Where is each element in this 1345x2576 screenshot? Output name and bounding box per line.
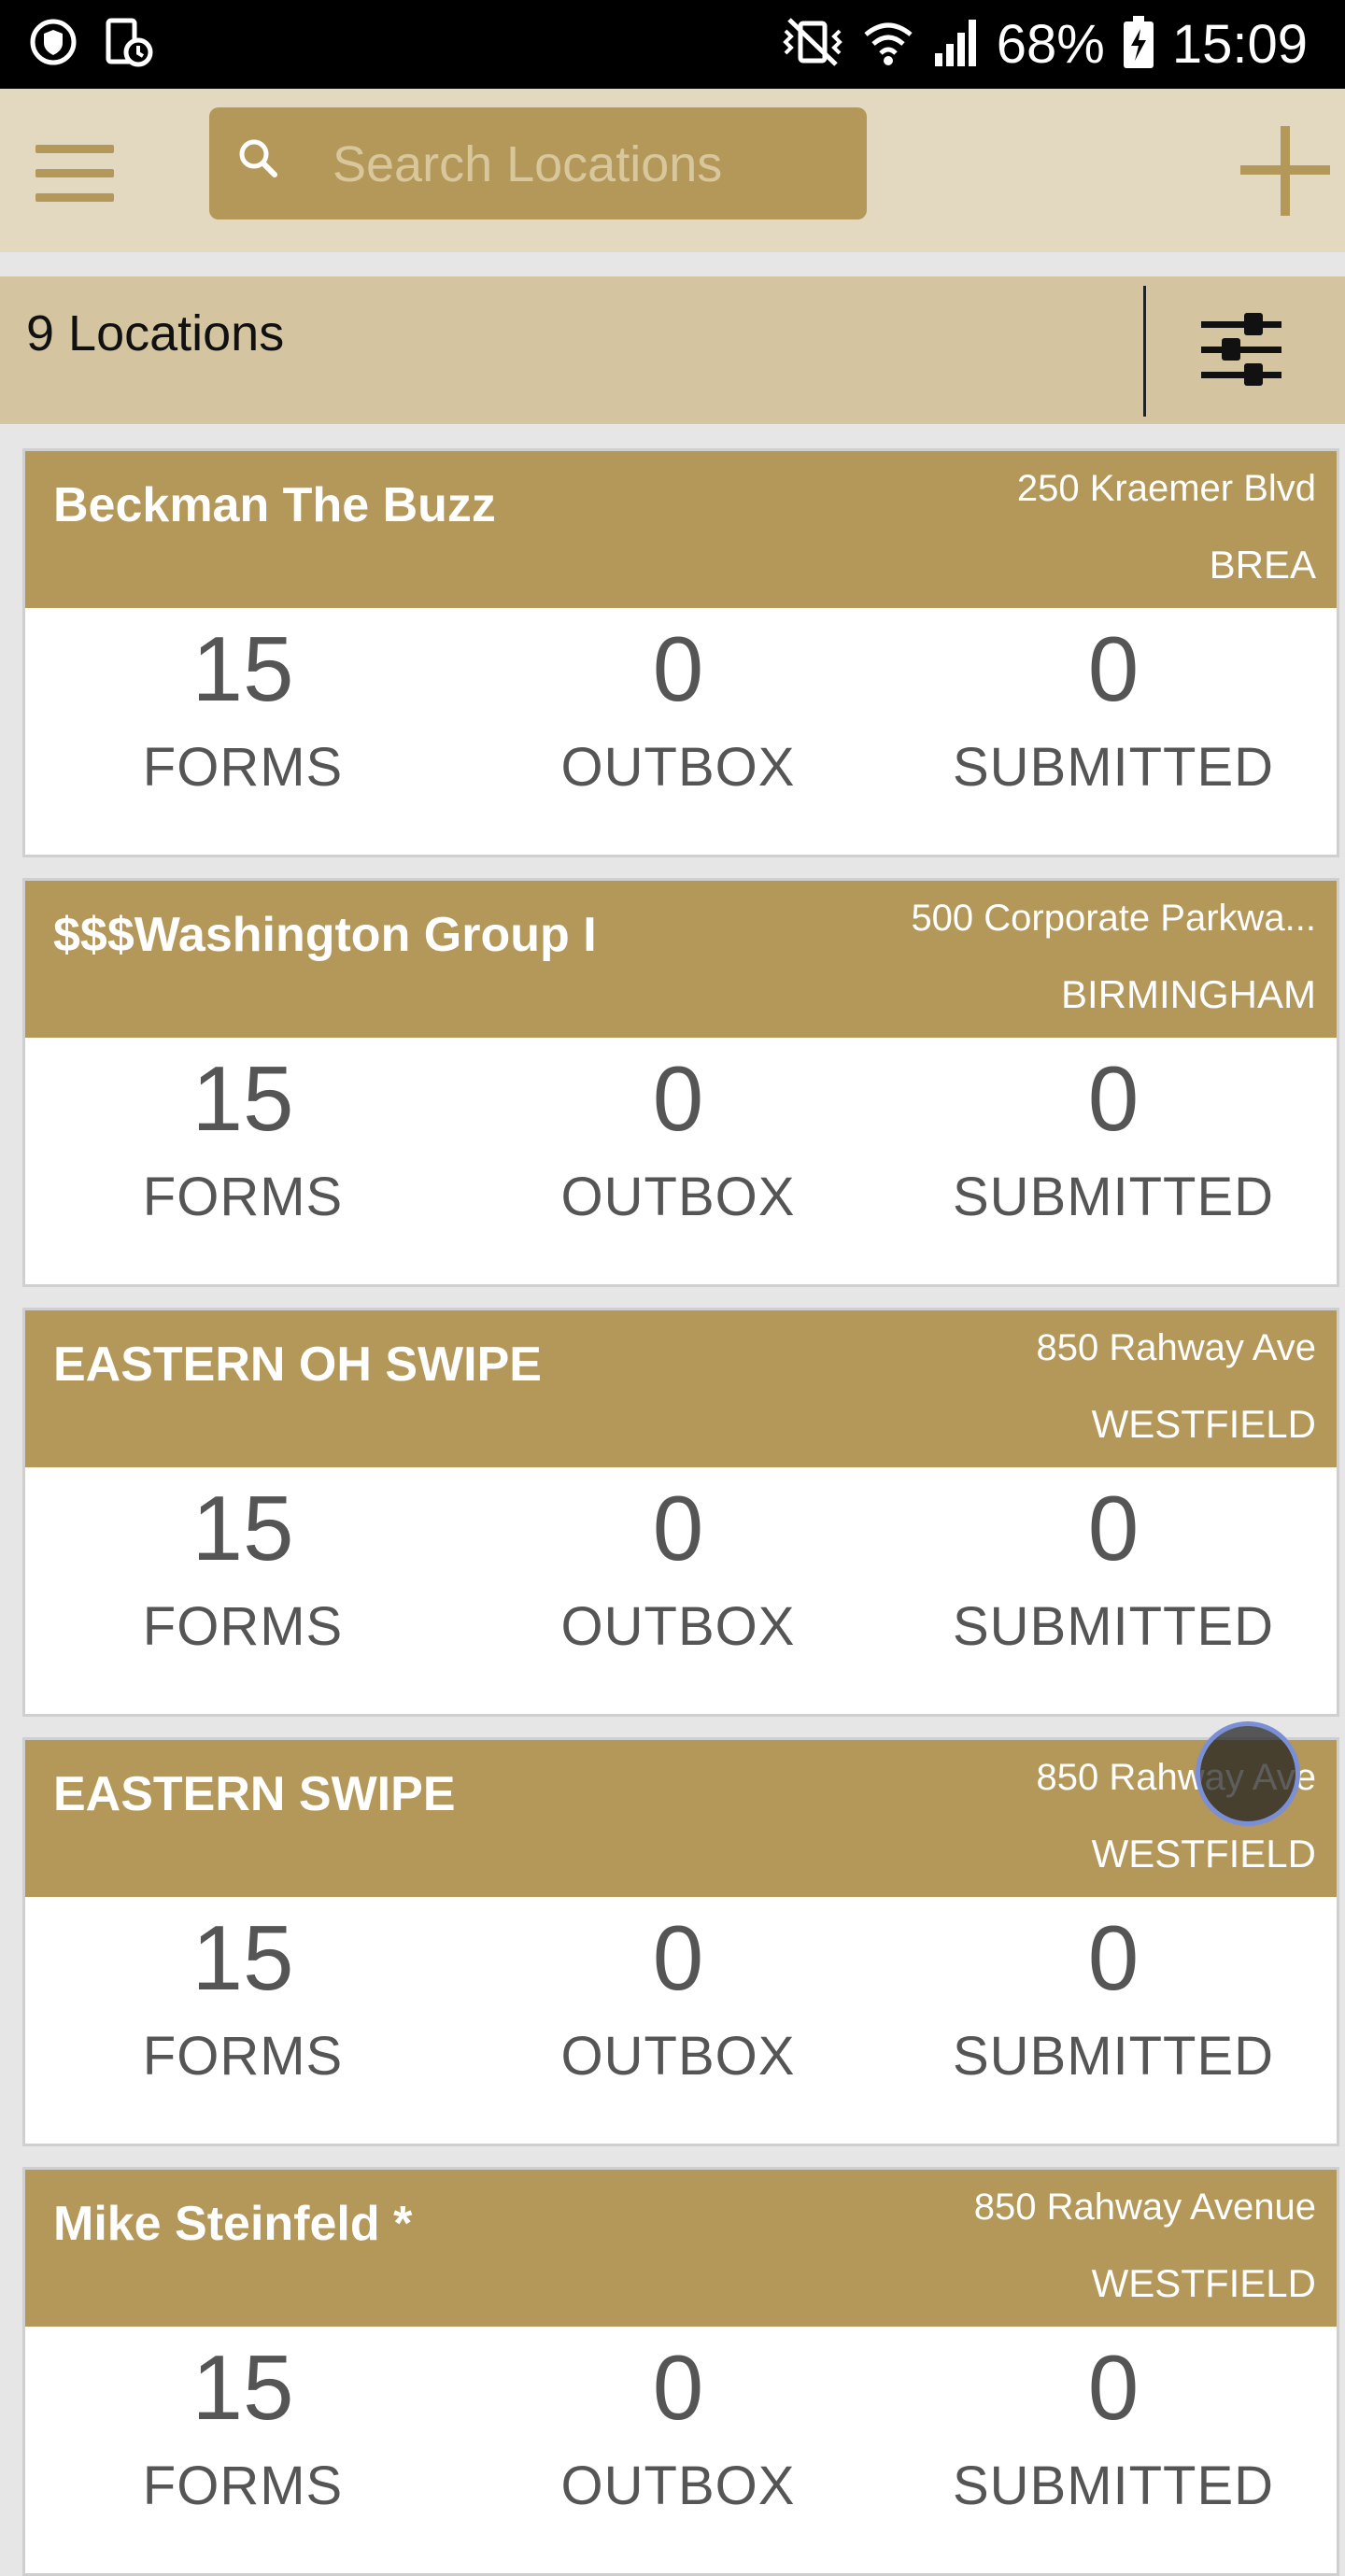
hamburger-icon[interactable] — [35, 145, 114, 202]
shield-icon — [28, 17, 78, 74]
location-city: WESTFIELD — [1091, 1832, 1316, 1875]
forms-label: FORMS — [142, 736, 344, 798]
location-card[interactable]: EASTERN OH SWIPE 850 Rahway Ave WESTFIEL… — [22, 1308, 1339, 1717]
forms-count: 15 — [191, 617, 294, 720]
location-card[interactable]: $$$Washington Group I 500 Corporate Park… — [22, 878, 1339, 1287]
outbox-count: 0 — [652, 1047, 704, 1150]
location-address: 850 Rahway Avenue — [973, 2187, 1316, 2228]
location-name: EASTERN OH SWIPE — [53, 1338, 542, 1392]
outbox-label: OUTBOX — [560, 736, 796, 798]
status-left-icons — [28, 17, 155, 74]
stat-outbox[interactable]: 0 OUTBOX — [460, 1038, 896, 1284]
submitted-label: SUBMITTED — [952, 2025, 1275, 2087]
card-header: EASTERN OH SWIPE 850 Rahway Ave WESTFIEL… — [25, 1310, 1337, 1467]
location-card[interactable]: EASTERN SWIPE 850 Rahway Ave WESTFIELD 1… — [22, 1737, 1339, 2146]
forms-label: FORMS — [142, 2025, 344, 2087]
location-card[interactable]: Beckman The Buzz 250 Kraemer Blvd BREA 1… — [22, 448, 1339, 857]
location-city: WESTFIELD — [1091, 2261, 1316, 2305]
status-bar: 68% 15:09 — [0, 0, 1345, 89]
submitted-label: SUBMITTED — [952, 1595, 1275, 1657]
search-icon — [235, 135, 280, 185]
divider — [1143, 286, 1146, 417]
stat-forms[interactable]: 15 FORMS — [25, 608, 460, 855]
outbox-count: 0 — [652, 1477, 704, 1579]
location-city: WESTFIELD — [1091, 1402, 1316, 1446]
stat-outbox[interactable]: 0 OUTBOX — [460, 1467, 896, 1714]
stat-submitted[interactable]: 0 SUBMITTED — [896, 2327, 1331, 2573]
signal-icon — [931, 16, 980, 73]
plus-icon[interactable] — [1240, 126, 1330, 216]
battery-icon — [1122, 14, 1155, 75]
submitted-label: SUBMITTED — [952, 1166, 1275, 1227]
sliders-icon[interactable] — [1199, 308, 1283, 392]
location-city: BIRMINGHAM — [1061, 972, 1316, 1016]
location-name: EASTERN SWIPE — [53, 1767, 456, 1821]
location-address: 250 Kraemer Blvd — [1016, 468, 1316, 509]
menu-line — [35, 145, 114, 153]
menu-line — [35, 169, 114, 177]
vibrate-mute-icon — [780, 16, 845, 73]
forms-count: 15 — [191, 2336, 294, 2439]
wifi-icon — [862, 16, 914, 73]
submitted-count: 0 — [1087, 1477, 1140, 1579]
outbox-count: 0 — [652, 2336, 704, 2439]
stat-forms[interactable]: 15 FORMS — [25, 1467, 460, 1714]
stat-forms[interactable]: 15 FORMS — [25, 1038, 460, 1284]
stat-outbox[interactable]: 0 OUTBOX — [460, 2327, 896, 2573]
stat-forms[interactable]: 15 FORMS — [25, 1897, 460, 2144]
card-header: EASTERN SWIPE 850 Rahway Ave WESTFIELD — [25, 1740, 1337, 1897]
forms-count: 15 — [191, 1047, 294, 1150]
stat-submitted[interactable]: 0 SUBMITTED — [896, 1038, 1331, 1284]
forms-count: 15 — [191, 1906, 294, 2009]
forms-label: FORMS — [142, 1166, 344, 1227]
plus-bar — [1281, 126, 1290, 216]
stat-outbox[interactable]: 0 OUTBOX — [460, 1897, 896, 2144]
menu-line — [35, 193, 114, 202]
battery-percent: 68% — [996, 14, 1105, 75]
forms-label: FORMS — [142, 1595, 344, 1657]
forms-count: 15 — [191, 1477, 294, 1579]
submitted-label: SUBMITTED — [952, 2455, 1275, 2516]
stat-forms[interactable]: 15 FORMS — [25, 2327, 460, 2573]
outbox-count: 0 — [652, 1906, 704, 2009]
submitted-count: 0 — [1087, 1047, 1140, 1150]
touch-indicator — [1196, 1721, 1300, 1826]
outbox-count: 0 — [652, 617, 704, 720]
card-header: Mike Steinfeld * 850 Rahway Avenue WESTF… — [25, 2170, 1337, 2327]
clock: 15:09 — [1171, 14, 1308, 75]
outbox-label: OUTBOX — [560, 1595, 796, 1657]
submitted-count: 0 — [1087, 617, 1140, 720]
outbox-label: OUTBOX — [560, 1166, 796, 1227]
card-header: Beckman The Buzz 250 Kraemer Blvd BREA — [25, 451, 1337, 608]
outbox-label: OUTBOX — [560, 2025, 796, 2087]
submitted-count: 0 — [1087, 2336, 1140, 2439]
stat-submitted[interactable]: 0 SUBMITTED — [896, 1897, 1331, 2144]
location-address: 850 Rahway Ave — [1036, 1327, 1316, 1368]
search-box[interactable] — [209, 107, 867, 219]
search-input[interactable] — [331, 117, 839, 212]
submitted-count: 0 — [1087, 1906, 1140, 2009]
location-name: Beckman The Buzz — [53, 478, 496, 532]
stat-outbox[interactable]: 0 OUTBOX — [460, 608, 896, 855]
card-header: $$$Washington Group I 500 Corporate Park… — [25, 881, 1337, 1038]
stat-submitted[interactable]: 0 SUBMITTED — [896, 1467, 1331, 1714]
status-right: 68% 15:09 — [780, 9, 1308, 79]
app-bar — [0, 89, 1345, 252]
location-name: $$$Washington Group I — [53, 908, 597, 962]
locations-count: 9 Locations — [26, 305, 285, 361]
submitted-label: SUBMITTED — [952, 736, 1275, 798]
location-name: Mike Steinfeld * — [53, 2197, 413, 2251]
document-clock-icon — [103, 17, 155, 74]
location-card[interactable]: Mike Steinfeld * 850 Rahway Avenue WESTF… — [22, 2167, 1339, 2576]
stat-submitted[interactable]: 0 SUBMITTED — [896, 608, 1331, 855]
location-address: 500 Corporate Parkwa... — [911, 898, 1316, 939]
summary-bar: 9 Locations — [0, 276, 1345, 424]
forms-label: FORMS — [142, 2455, 344, 2516]
outbox-label: OUTBOX — [560, 2455, 796, 2516]
location-city: BREA — [1209, 543, 1316, 587]
